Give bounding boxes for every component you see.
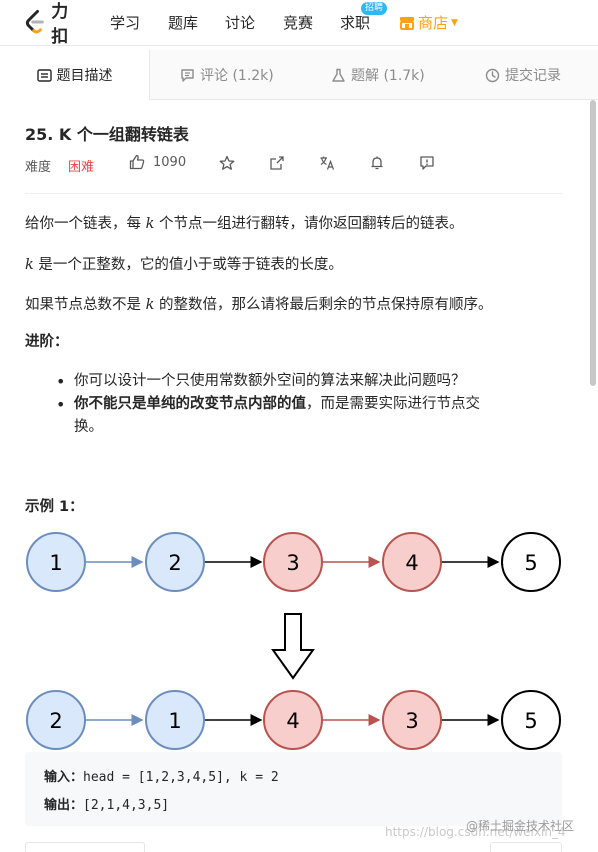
description-icon <box>36 68 52 82</box>
logo-text: 力扣 <box>51 2 70 47</box>
clock-icon <box>485 68 500 82</box>
tab-description-label: 题目描述 <box>56 68 113 84</box>
example-heading: 示例 1： <box>25 499 84 515</box>
row1-node-4: 4 <box>382 532 442 592</box>
nav-item-store[interactable]: 商店 ▼ <box>399 12 458 33</box>
linked-list-diagram: 1 2 3 4 5 2 1 4 3 5 <box>26 532 561 750</box>
like-count: 1090 <box>153 154 187 170</box>
bottom-button-stub <box>25 842 145 852</box>
bell-icon[interactable] <box>369 155 385 171</box>
juejin-watermark: @稀土掘金技术社区 <box>466 819 575 833</box>
example-input: 输入：head = [1,2,3,4,5], k = 2 <box>44 770 279 785</box>
nav-item-learn[interactable]: 学习 <box>110 12 140 33</box>
tab-solutions-label: 题解 (1.7k) <box>351 68 425 84</box>
svg-text:2: 2 <box>49 709 62 733</box>
tab-submissions[interactable]: 提交记录 <box>485 50 561 100</box>
flask-icon <box>332 68 345 82</box>
svg-text:4: 4 <box>286 709 299 733</box>
svg-text:5: 5 <box>524 551 537 575</box>
row2-node-3: 4 <box>263 690 323 750</box>
example-code-block: 输入：head = [1,2,3,4,5], k = 2 输出：[2,1,4,3… <box>25 752 562 826</box>
difficulty-label: 难度 <box>25 160 52 175</box>
advanced-list: 你可以设计一个只使用常数额外空间的算法来解决此问题吗？ 你不能只是单纯的改变节点… <box>56 370 538 439</box>
row1-node-1: 1 <box>26 532 86 592</box>
comment-icon <box>181 68 194 82</box>
problem-tabs: 题目描述 评论 (1.2k) 题解 (1.7k) 提交记录 <box>0 50 598 100</box>
difficulty-badge: 困难 <box>68 160 95 175</box>
row1-node-5: 5 <box>501 532 561 592</box>
svg-text:3: 3 <box>286 551 299 575</box>
row1-node-3: 3 <box>263 532 323 592</box>
advanced-bullet-1: 你可以设计一个只使用常数额外空间的算法来解决此问题吗？ <box>56 370 538 393</box>
store-icon <box>400 16 414 30</box>
down-arrow-icon <box>271 613 315 680</box>
problem-meta: 难度 困难 1090 <box>25 154 585 175</box>
row1-node-2: 2 <box>145 532 205 592</box>
tab-description[interactable]: 题目描述 <box>0 50 150 100</box>
svg-text:5: 5 <box>524 709 537 733</box>
jobs-badge: 招聘 <box>361 2 388 15</box>
example-output: 输出：[2,1,4,3,5] <box>44 798 170 813</box>
leetcode-logo-icon <box>25 9 44 34</box>
header-divider <box>25 193 562 194</box>
store-label: 商店 <box>418 14 449 32</box>
description-paragraph-3: 如果节点总数不是 k 的整数倍，那么请将最后剩余的节点保持原有顺序。 <box>25 297 493 313</box>
tab-comments[interactable]: 评论 (1.2k) <box>180 50 274 100</box>
row2-node-2: 1 <box>145 690 205 750</box>
star-icon[interactable] <box>219 155 235 171</box>
nav-item-discuss[interactable]: 讨论 <box>225 12 255 33</box>
tab-submissions-label: 提交记录 <box>505 68 561 84</box>
svg-text:1: 1 <box>49 551 62 575</box>
svg-text:3: 3 <box>405 709 418 733</box>
description-paragraph-1: 给你一个链表，每 k 个节点一组进行翻转，请你返回翻转后的链表。 <box>25 216 464 232</box>
feedback-icon[interactable] <box>419 155 435 171</box>
advanced-heading: 进阶： <box>25 334 69 350</box>
description-paragraph-2: k 是一个正整数，它的值小于或等于链表的长度。 <box>25 257 343 273</box>
translate-icon[interactable] <box>319 155 335 171</box>
nav-item-contest[interactable]: 竞赛 <box>283 12 313 33</box>
tab-comments-label: 评论 (1.2k) <box>200 68 274 84</box>
bottom-button-stub-right <box>490 842 562 852</box>
problem-title: 25. K 个一组翻转链表 <box>25 125 189 144</box>
svg-text:1: 1 <box>168 709 181 733</box>
nav-item-problemset[interactable]: 题库 <box>168 12 198 33</box>
row2-node-5: 5 <box>501 690 561 750</box>
thumbs-up-icon <box>129 154 145 170</box>
advanced-bullet-2: 你不能只是单纯的改变节点内部的值，而是需要实际进行节点交换。 <box>56 393 538 439</box>
share-icon[interactable] <box>269 155 285 171</box>
row2-node-1: 2 <box>26 690 86 750</box>
chevron-down-icon: ▼ <box>451 17 458 28</box>
logo[interactable]: 力扣 <box>24 2 86 47</box>
like-button[interactable]: 1090 <box>129 154 186 170</box>
tab-solutions[interactable]: 题解 (1.7k) <box>331 50 425 100</box>
svg-text:4: 4 <box>405 551 418 575</box>
svg-text:2: 2 <box>168 551 181 575</box>
nav-item-jobs[interactable]: 求职 <box>340 12 370 33</box>
scrollbar-thumb[interactable] <box>590 100 596 386</box>
row2-node-4: 3 <box>382 690 442 750</box>
top-nav: 力扣 学习 题库 讨论 竞赛 求职 招聘 商店 ▼ <box>0 0 598 47</box>
